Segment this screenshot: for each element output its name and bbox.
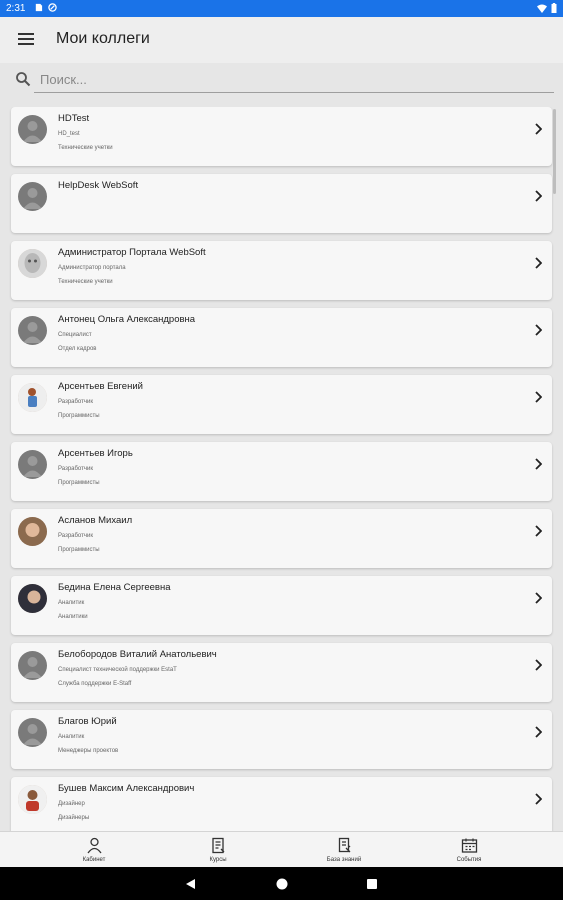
colleague-position: Аналитик bbox=[58, 734, 85, 740]
colleague-card[interactable]: Бушев Максим Александрович Дизайнер Диза… bbox=[11, 777, 552, 831]
colleague-card[interactable]: HDTest HD_test Технические учетки bbox=[11, 107, 552, 166]
colleague-name: Арсентьев Евгений bbox=[58, 381, 143, 392]
colleague-department: Программисты bbox=[58, 480, 100, 486]
nav-events[interactable]: События bbox=[419, 832, 519, 868]
list-scrollbar[interactable] bbox=[553, 109, 556, 194]
colleague-card[interactable]: HelpDesk WebSoft bbox=[11, 174, 552, 233]
avatar-photo bbox=[18, 249, 47, 278]
back-icon[interactable] bbox=[184, 877, 198, 891]
avatar-placeholder-icon bbox=[18, 651, 47, 680]
chevron-right-icon bbox=[535, 324, 542, 336]
chevron-right-icon bbox=[535, 458, 542, 470]
search-input[interactable] bbox=[34, 67, 554, 93]
colleague-department: Аналитики bbox=[58, 614, 88, 620]
colleague-name: Белобородов Виталий Анатольевич bbox=[58, 649, 217, 660]
status-time: 2:31 bbox=[6, 3, 26, 14]
avatar-photo bbox=[18, 584, 47, 613]
page-title: Мои коллеги bbox=[56, 30, 150, 47]
avatar-placeholder-icon bbox=[18, 115, 47, 144]
search-icon bbox=[16, 72, 31, 87]
status-bar: 2:31 bbox=[0, 0, 563, 17]
colleague-position: Разработчик bbox=[58, 466, 93, 472]
home-icon[interactable] bbox=[275, 877, 289, 891]
colleague-card[interactable]: Администратор Портала WebSoft Администра… bbox=[11, 241, 552, 300]
avatar-placeholder-icon bbox=[18, 182, 47, 211]
colleague-department: Программисты bbox=[58, 547, 100, 553]
chevron-right-icon bbox=[535, 190, 542, 202]
chevron-right-icon bbox=[535, 391, 542, 403]
colleague-position: HD_test bbox=[58, 131, 80, 137]
chevron-right-icon bbox=[535, 659, 542, 671]
colleague-name: HDTest bbox=[58, 113, 90, 124]
avatar-placeholder-icon bbox=[18, 718, 47, 747]
colleague-list: HDTest HD_test Технические учетки HelpDe… bbox=[0, 107, 563, 831]
colleague-name: Бедина Елена Сергеевна bbox=[58, 582, 171, 593]
chevron-right-icon bbox=[535, 257, 542, 269]
colleague-card[interactable]: Антонец Ольга Александровна Специалист О… bbox=[11, 308, 552, 367]
battery-icon bbox=[551, 3, 557, 13]
colleague-card[interactable]: Арсентьев Игорь Разработчик Программисты bbox=[11, 442, 552, 501]
courses-icon bbox=[211, 837, 224, 854]
colleague-card[interactable]: Арсентьев Евгений Разработчик Программис… bbox=[11, 375, 552, 434]
avatar-placeholder-icon bbox=[18, 450, 47, 479]
nav-knowledge-base-label: База знаний bbox=[326, 857, 362, 863]
colleague-position: Разработчик bbox=[58, 399, 93, 405]
colleague-name: Администратор Портала WebSoft bbox=[58, 247, 206, 258]
colleague-card[interactable]: Белобородов Виталий Анатольевич Специали… bbox=[11, 643, 552, 702]
app-bar: Мои коллеги bbox=[0, 17, 563, 63]
knowledge-base-icon bbox=[338, 837, 350, 853]
colleague-department: Программисты bbox=[58, 413, 100, 419]
avatar-photo bbox=[18, 785, 47, 814]
avatar-photo bbox=[18, 517, 47, 546]
chevron-right-icon bbox=[535, 793, 542, 805]
search-bar bbox=[0, 63, 563, 99]
nav-cabinet-label: Кабинет bbox=[82, 857, 106, 863]
sd-card-icon bbox=[35, 3, 43, 12]
colleague-position: Аналитик bbox=[58, 600, 85, 606]
colleague-card[interactable]: Бедина Елена Сергеевна Аналитик Аналитик… bbox=[11, 576, 552, 635]
nav-cabinet[interactable]: Кабинет bbox=[44, 832, 144, 868]
chevron-right-icon bbox=[535, 726, 542, 738]
colleague-department: Менеджеры проектов bbox=[58, 748, 119, 754]
status-right-icons bbox=[537, 3, 557, 13]
chevron-right-icon bbox=[535, 525, 542, 537]
colleague-name: Асланов Михаил bbox=[58, 515, 133, 526]
nav-courses-label: Курсы bbox=[209, 857, 227, 863]
colleague-department: Отдел кадров bbox=[58, 346, 97, 352]
colleague-department: Технические учетки bbox=[58, 279, 113, 285]
colleague-department: Служба поддержки E-Staff bbox=[58, 681, 132, 687]
colleague-name: Благов Юрий bbox=[58, 716, 117, 727]
system-navigation-bar bbox=[0, 867, 563, 900]
chevron-right-icon bbox=[535, 123, 542, 135]
colleague-card[interactable]: Благов Юрий Аналитик Менеджеры проектов bbox=[11, 710, 552, 769]
colleague-department: Дизайнеры bbox=[58, 815, 90, 821]
colleague-name: Бушев Максим Александрович bbox=[58, 783, 195, 794]
recents-icon[interactable] bbox=[365, 877, 379, 891]
nav-courses[interactable]: Курсы bbox=[168, 832, 268, 868]
colleague-position: Специалист технической поддержки EstaT bbox=[58, 667, 177, 673]
wifi-icon bbox=[537, 4, 547, 13]
colleague-position: Администратор портала bbox=[58, 265, 126, 271]
data-saver-icon bbox=[48, 3, 57, 12]
hamburger-menu-icon[interactable] bbox=[18, 33, 34, 47]
nav-knowledge-base[interactable]: База знаний bbox=[294, 832, 394, 868]
colleague-name: HelpDesk WebSoft bbox=[58, 180, 139, 191]
avatar-photo bbox=[18, 383, 47, 412]
chevron-right-icon bbox=[535, 592, 542, 604]
person-icon bbox=[86, 837, 102, 854]
colleague-position: Дизайнер bbox=[58, 801, 85, 807]
colleague-name: Арсентьев Игорь bbox=[58, 448, 133, 459]
avatar-placeholder-icon bbox=[18, 316, 47, 345]
colleague-name: Антонец Ольга Александровна bbox=[58, 314, 196, 325]
calendar-icon bbox=[461, 838, 477, 853]
colleague-position: Специалист bbox=[58, 332, 92, 338]
colleague-card[interactable]: Асланов Михаил Разработчик Программисты bbox=[11, 509, 552, 568]
nav-events-label: События bbox=[456, 857, 482, 863]
bottom-navigation: Кабинет Курсы База знаний События bbox=[0, 831, 563, 868]
colleague-position: Разработчик bbox=[58, 533, 93, 539]
colleague-department: Технические учетки bbox=[58, 145, 113, 151]
